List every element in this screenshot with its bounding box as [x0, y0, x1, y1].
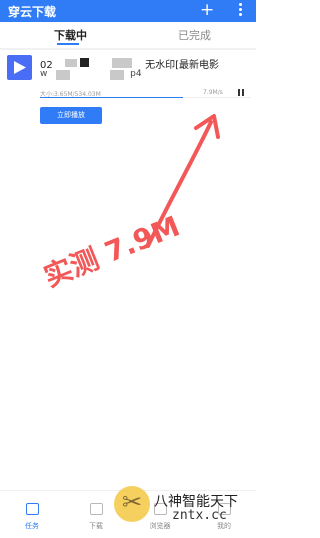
folder-icon	[90, 503, 103, 515]
task-icon	[26, 503, 39, 515]
broom-logo-icon: ✂	[114, 486, 150, 522]
site-watermark: ✂ 八神智能天下 zntx.cc	[114, 486, 256, 526]
nav-tasks[interactable]: 任务	[0, 491, 64, 538]
